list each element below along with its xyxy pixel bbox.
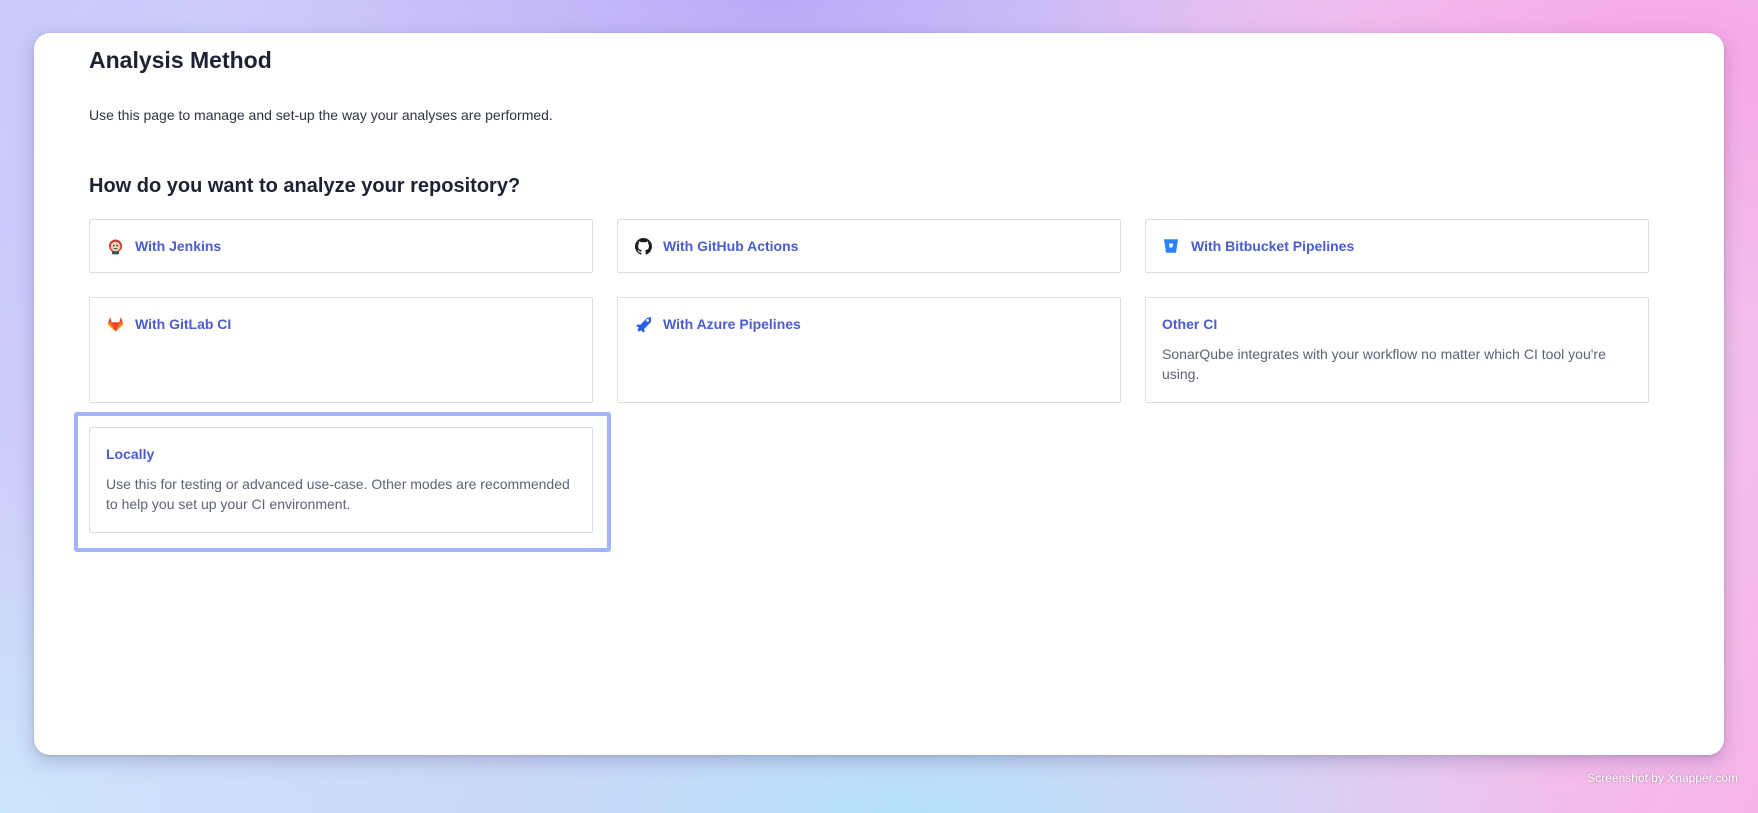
option-label: Other CI	[1162, 316, 1218, 332]
option-jenkins[interactable]: With Jenkins	[89, 219, 593, 273]
github-icon	[634, 237, 652, 255]
option-other-ci[interactable]: Other CI SonarQube integrates with your …	[1145, 297, 1649, 403]
option-label: Locally	[106, 446, 155, 462]
option-github-actions[interactable]: With GitHub Actions	[617, 219, 1121, 273]
option-label: With Bitbucket Pipelines	[1191, 238, 1355, 254]
jenkins-icon	[106, 237, 124, 255]
option-label: With GitLab CI	[135, 316, 232, 332]
main-panel: Analysis Method Use this page to manage …	[34, 33, 1724, 755]
option-description: Use this for testing or advanced use-cas…	[106, 476, 570, 512]
option-label: With Jenkins	[135, 238, 222, 254]
option-description: SonarQube integrates with your workflow …	[1162, 346, 1606, 382]
option-locally[interactable]: Locally Use this for testing or advanced…	[89, 427, 593, 533]
option-bitbucket-pipelines[interactable]: With Bitbucket Pipelines	[1145, 219, 1649, 273]
gitlab-icon	[106, 315, 124, 333]
option-label: With Azure Pipelines	[663, 316, 801, 332]
page-description: Use this page to manage and set-up the w…	[89, 107, 553, 123]
option-azure-pipelines[interactable]: With Azure Pipelines	[617, 297, 1121, 403]
azure-pipelines-icon	[634, 315, 652, 333]
page-title: Analysis Method	[89, 47, 272, 73]
option-gitlab-ci[interactable]: With GitLab CI	[89, 297, 593, 403]
section-question: How do you want to analyze your reposito…	[89, 175, 521, 197]
bitbucket-icon	[1162, 237, 1180, 255]
option-label: With GitHub Actions	[663, 238, 799, 254]
watermark: Screenshot by Xnapper.com	[1587, 771, 1738, 785]
